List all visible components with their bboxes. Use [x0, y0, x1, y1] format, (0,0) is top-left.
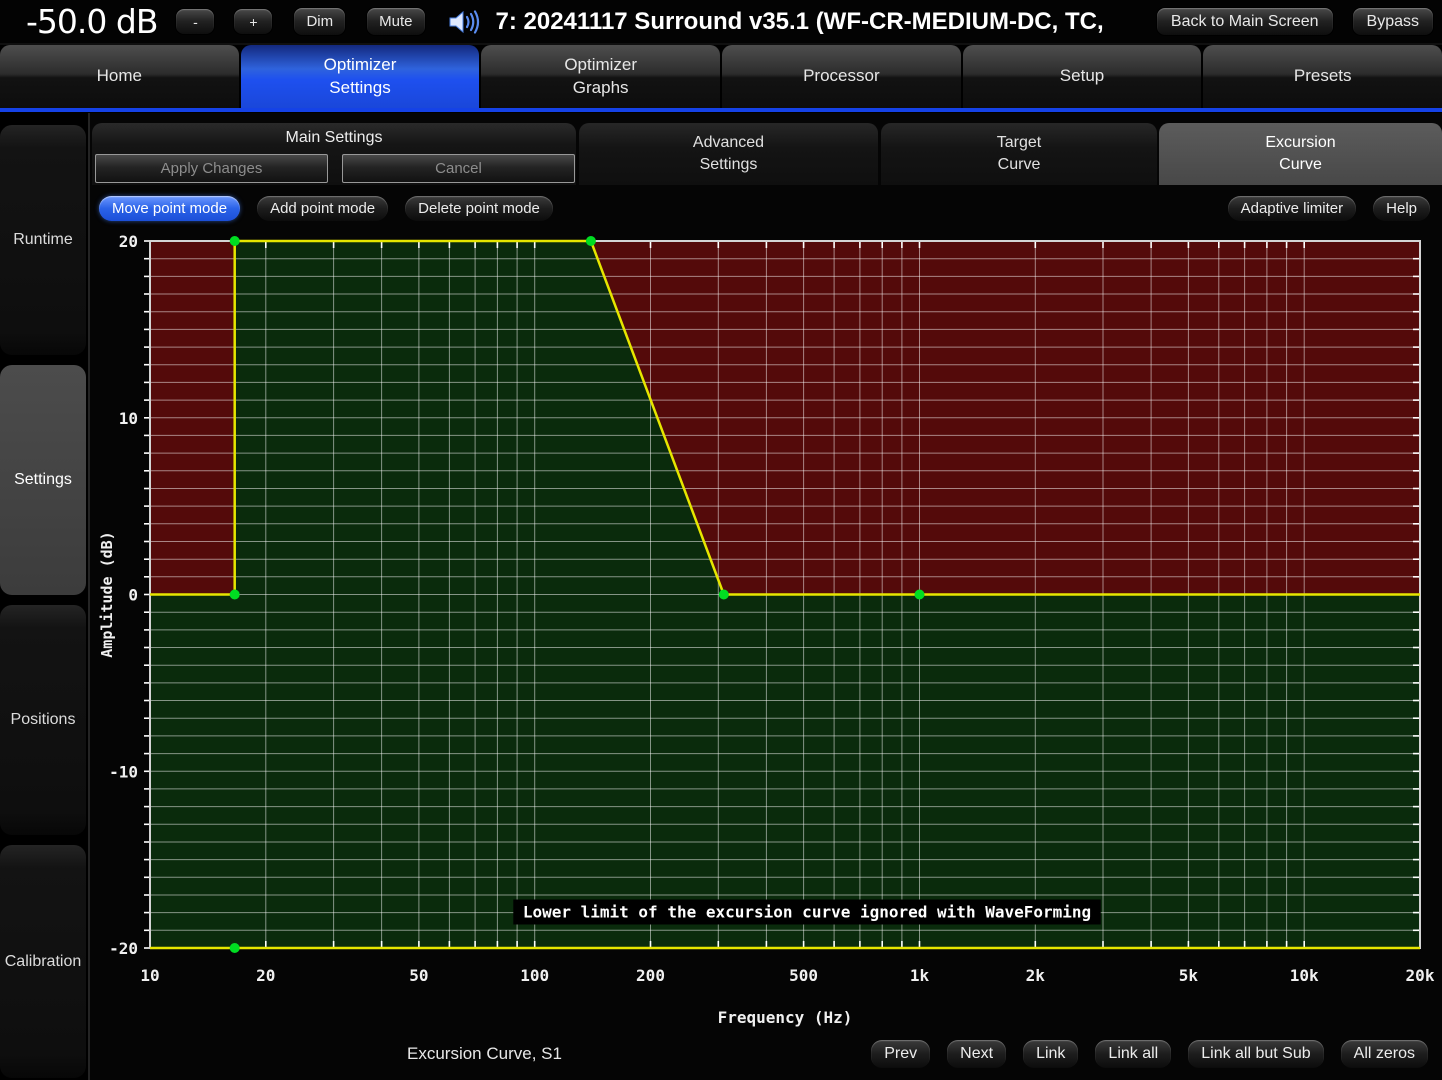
x-tick-label: 100 [520, 966, 549, 985]
main-settings-title: Main Settings [92, 129, 576, 147]
app-window: -50.0 dB - + Dim Mute 7: 20241117 Surrou… [0, 0, 1442, 1080]
sidebar-item-label: Runtime [13, 231, 73, 249]
curve-point-handle[interactable] [719, 590, 729, 600]
curve-point-handle[interactable] [230, 943, 240, 953]
bypass-button[interactable]: Bypass [1352, 7, 1434, 36]
annotation-text: Lower limit of the excursion curve ignor… [523, 903, 1091, 922]
apply-changes-button[interactable]: Apply Changes [95, 154, 328, 183]
speaker-icon [446, 8, 482, 36]
tab-label: Graphs [573, 77, 629, 99]
link-all-button[interactable]: Link all [1095, 1040, 1171, 1068]
master-volume-readout: -50.0 dB [26, 2, 157, 41]
x-tick-label: 50 [409, 966, 428, 985]
x-tick-label: 20k [1406, 966, 1435, 985]
volume-up-button[interactable]: + [233, 8, 273, 35]
sidebar-item-label: Settings [14, 471, 72, 489]
x-tick-label: 1k [910, 966, 930, 985]
mute-button[interactable]: Mute [366, 7, 425, 36]
y-axis-title: Amplitude (dB) [98, 531, 116, 657]
link-all-but-sub-button[interactable]: Link all but Sub [1188, 1040, 1323, 1068]
x-tick-label: 2k [1026, 966, 1046, 985]
cancel-button[interactable]: Cancel [342, 154, 575, 183]
tab-label: Processor [803, 65, 880, 87]
tab-label: Settings [329, 77, 390, 99]
help-button[interactable]: Help [1373, 196, 1430, 221]
subtab-label: Target [997, 132, 1041, 154]
tab-optimizer-graphs[interactable]: Optimizer Graphs [481, 45, 720, 108]
y-tick-label: -20 [109, 939, 138, 958]
y-tick-label: 10 [119, 409, 138, 428]
y-tick-label: 20 [119, 232, 138, 251]
tab-presets[interactable]: Presets [1203, 45, 1442, 108]
volume-down-button[interactable]: - [175, 8, 215, 35]
sidebar-item-label: Calibration [5, 953, 81, 971]
back-to-main-screen-button[interactable]: Back to Main Screen [1156, 7, 1334, 36]
subtab-label: Settings [700, 154, 758, 176]
delete-point-mode-button[interactable]: Delete point mode [405, 196, 553, 221]
subtab-label: Curve [998, 154, 1041, 176]
curve-point-handle[interactable] [915, 590, 925, 600]
x-axis-title: Frequency (Hz) [718, 1008, 853, 1027]
tab-setup[interactable]: Setup [963, 45, 1202, 108]
sidebar-item-runtime[interactable]: Runtime [0, 125, 86, 355]
tab-label: Home [97, 65, 142, 87]
subtab-label: Curve [1279, 154, 1322, 176]
preset-title: 7: 20241117 Surround v35.1 (WF-CR-MEDIUM… [496, 8, 1104, 36]
curve-point-handle[interactable] [586, 236, 596, 246]
all-zeros-button[interactable]: All zeros [1341, 1040, 1428, 1068]
dim-button[interactable]: Dim [293, 7, 346, 36]
tab-label: Setup [1060, 65, 1104, 87]
main-settings-section: Main Settings Apply Changes Cancel [92, 123, 576, 185]
x-tick-label: 10k [1290, 966, 1319, 985]
sidebar-item-settings[interactable]: Settings [0, 365, 86, 595]
y-tick-label: -10 [109, 762, 138, 781]
link-button[interactable]: Link [1023, 1040, 1078, 1068]
y-tick-label: 0 [128, 586, 138, 605]
x-tick-label: 5k [1179, 966, 1199, 985]
adaptive-limiter-button[interactable]: Adaptive limiter [1228, 196, 1357, 221]
x-tick-label: 10 [140, 966, 159, 985]
tab-label: Optimizer [324, 54, 397, 76]
tab-optimizer-settings[interactable]: Optimizer Settings [241, 45, 480, 108]
tab-label: Optimizer [564, 54, 637, 76]
add-point-mode-button[interactable]: Add point mode [257, 196, 388, 221]
subtab-advanced-settings[interactable]: Advanced Settings [579, 123, 878, 185]
main-tab-bar: Home Optimizer Settings Optimizer Graphs… [0, 45, 1442, 108]
active-tab-underline [0, 108, 1442, 112]
curve-point-handle[interactable] [230, 236, 240, 246]
mode-toolbar: Move point mode Add point mode Delete po… [99, 196, 1430, 221]
channel-label: Excursion Curve, S1 [407, 1044, 562, 1064]
subtab-label: Excursion [1265, 132, 1335, 154]
next-button[interactable]: Next [947, 1040, 1006, 1068]
subtab-excursion-curve[interactable]: Excursion Curve [1159, 123, 1442, 185]
top-bar: -50.0 dB - + Dim Mute 7: 20241117 Surrou… [0, 0, 1442, 45]
curve-point-handle[interactable] [230, 590, 240, 600]
tab-processor[interactable]: Processor [722, 45, 961, 108]
sidebar-item-calibration[interactable]: Calibration [0, 845, 86, 1078]
excursion-curve-chart[interactable]: Lower limit of the excursion curve ignor… [90, 225, 1442, 1035]
subtab-label: Advanced [693, 132, 764, 154]
sidebar-item-positions[interactable]: Positions [0, 605, 86, 835]
x-tick-label: 200 [636, 966, 665, 985]
sidebar-item-label: Positions [11, 711, 76, 729]
x-tick-label: 20 [256, 966, 275, 985]
prev-button[interactable]: Prev [871, 1040, 930, 1068]
tab-label: Presets [1294, 65, 1352, 87]
x-tick-label: 500 [789, 966, 818, 985]
subtab-target-curve[interactable]: Target Curve [881, 123, 1157, 185]
tab-home[interactable]: Home [0, 45, 239, 108]
move-point-mode-button[interactable]: Move point mode [99, 196, 240, 221]
footer-toolbar: Prev Next Link Link all Link all but Sub… [871, 1040, 1428, 1068]
